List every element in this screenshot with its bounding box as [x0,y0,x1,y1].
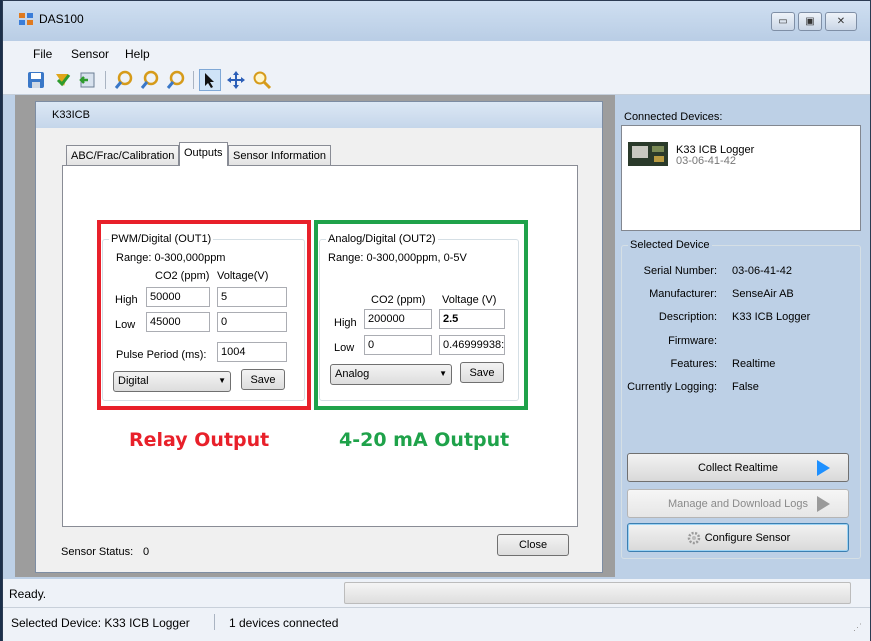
progress-bar [344,582,851,604]
minimize-button[interactable]: ▭ [771,12,795,31]
magnifier-icon[interactable] [251,69,273,91]
manage-download-logs-button[interactable]: Manage and Download Logs [627,489,849,518]
connect-icon[interactable] [51,69,73,91]
relay-output-caption: Relay Output [129,429,270,451]
configure-sensor-label: Configure Sensor [704,531,791,544]
description-label: Description: [658,311,717,323]
status-bar-bottom: Selected Device: K33 ICB Logger 1 device… [3,607,870,641]
menu-bar: File Sensor Help [3,41,870,65]
sensor-status-value: 0 [143,546,150,558]
status-separator [214,614,215,630]
resize-grip-icon[interactable]: ⋰ [853,622,862,633]
current-highlight-box [314,220,528,410]
device-list-item[interactable]: K33 ICB Logger 03-06-41-42 [628,136,850,176]
play-icon [817,460,830,476]
currently-logging-label: Currently Logging: [627,381,717,393]
tab-outputs[interactable]: Outputs [179,142,228,166]
main-window: DAS100 ▭ ▣ ✕ File Sensor Help K33ICB ABC… [2,0,871,641]
status-device-count: 1 devices connected [229,616,339,630]
close-button[interactable]: Close [497,534,569,556]
connected-devices-label: Connected Devices: [624,111,723,123]
device-board-icon [628,142,668,166]
zoom-out-icon[interactable] [165,69,187,91]
manage-logs-label: Manage and Download Logs [667,497,809,510]
current-output-caption: 4-20 mA Output [339,429,510,451]
selected-device-legend: Selected Device [630,239,710,251]
currently-logging-value: False [732,381,759,393]
menu-help[interactable]: Help [125,47,150,61]
tab-abc-frac-calibration[interactable]: ABC/Frac/Calibration [66,145,180,165]
pointer-icon[interactable] [199,69,221,91]
toolbar-separator [105,71,106,89]
child-title-bar: K33ICB [36,102,602,128]
title-bar: DAS100 ▭ ▣ ✕ [3,1,870,41]
tab-sensor-information[interactable]: Sensor Information [228,145,331,165]
maximize-button[interactable]: ▣ [798,12,822,31]
gear-icon [687,531,700,544]
zoom-in-icon[interactable] [139,69,161,91]
child-window-title: K33ICB [52,109,90,121]
window-title: DAS100 [39,12,84,26]
zoom-fit-icon[interactable] [113,69,135,91]
description-value: K33 ICB Logger [732,311,811,323]
play-icon [817,496,830,512]
manufacturer-value: SenseAir AB [732,288,794,300]
configure-sensor-button[interactable]: Configure Sensor [627,523,849,552]
device-serial: 03-06-41-42 [676,155,736,167]
status-selected-device: Selected Device: K33 ICB Logger [11,616,190,630]
menu-sensor[interactable]: Sensor [71,47,109,61]
serial-number-label: Serial Number: [643,265,717,277]
status-ready: Ready. [9,587,47,601]
sensor-status-label: Sensor Status: [61,546,134,558]
pan-icon[interactable] [225,69,247,91]
manufacturer-label: Manufacturer: [649,288,717,300]
menu-file[interactable]: File [33,47,52,61]
save-icon[interactable] [25,69,47,91]
features-value: Realtime [732,358,776,370]
disconnect-icon[interactable] [77,69,99,91]
close-window-button[interactable]: ✕ [825,12,857,31]
firmware-label: Firmware: [668,335,717,347]
collect-realtime-label: Collect Realtime [697,461,779,474]
toolbar [3,65,870,95]
collect-realtime-button[interactable]: Collect Realtime [627,453,849,482]
app-icon [19,13,33,25]
serial-number-value: 03-06-41-42 [732,265,792,277]
features-label: Features: [670,358,717,370]
relay-highlight-box [97,220,311,410]
toolbar-separator [193,71,194,89]
connected-devices-list: K33 ICB Logger 03-06-41-42 [621,125,861,231]
